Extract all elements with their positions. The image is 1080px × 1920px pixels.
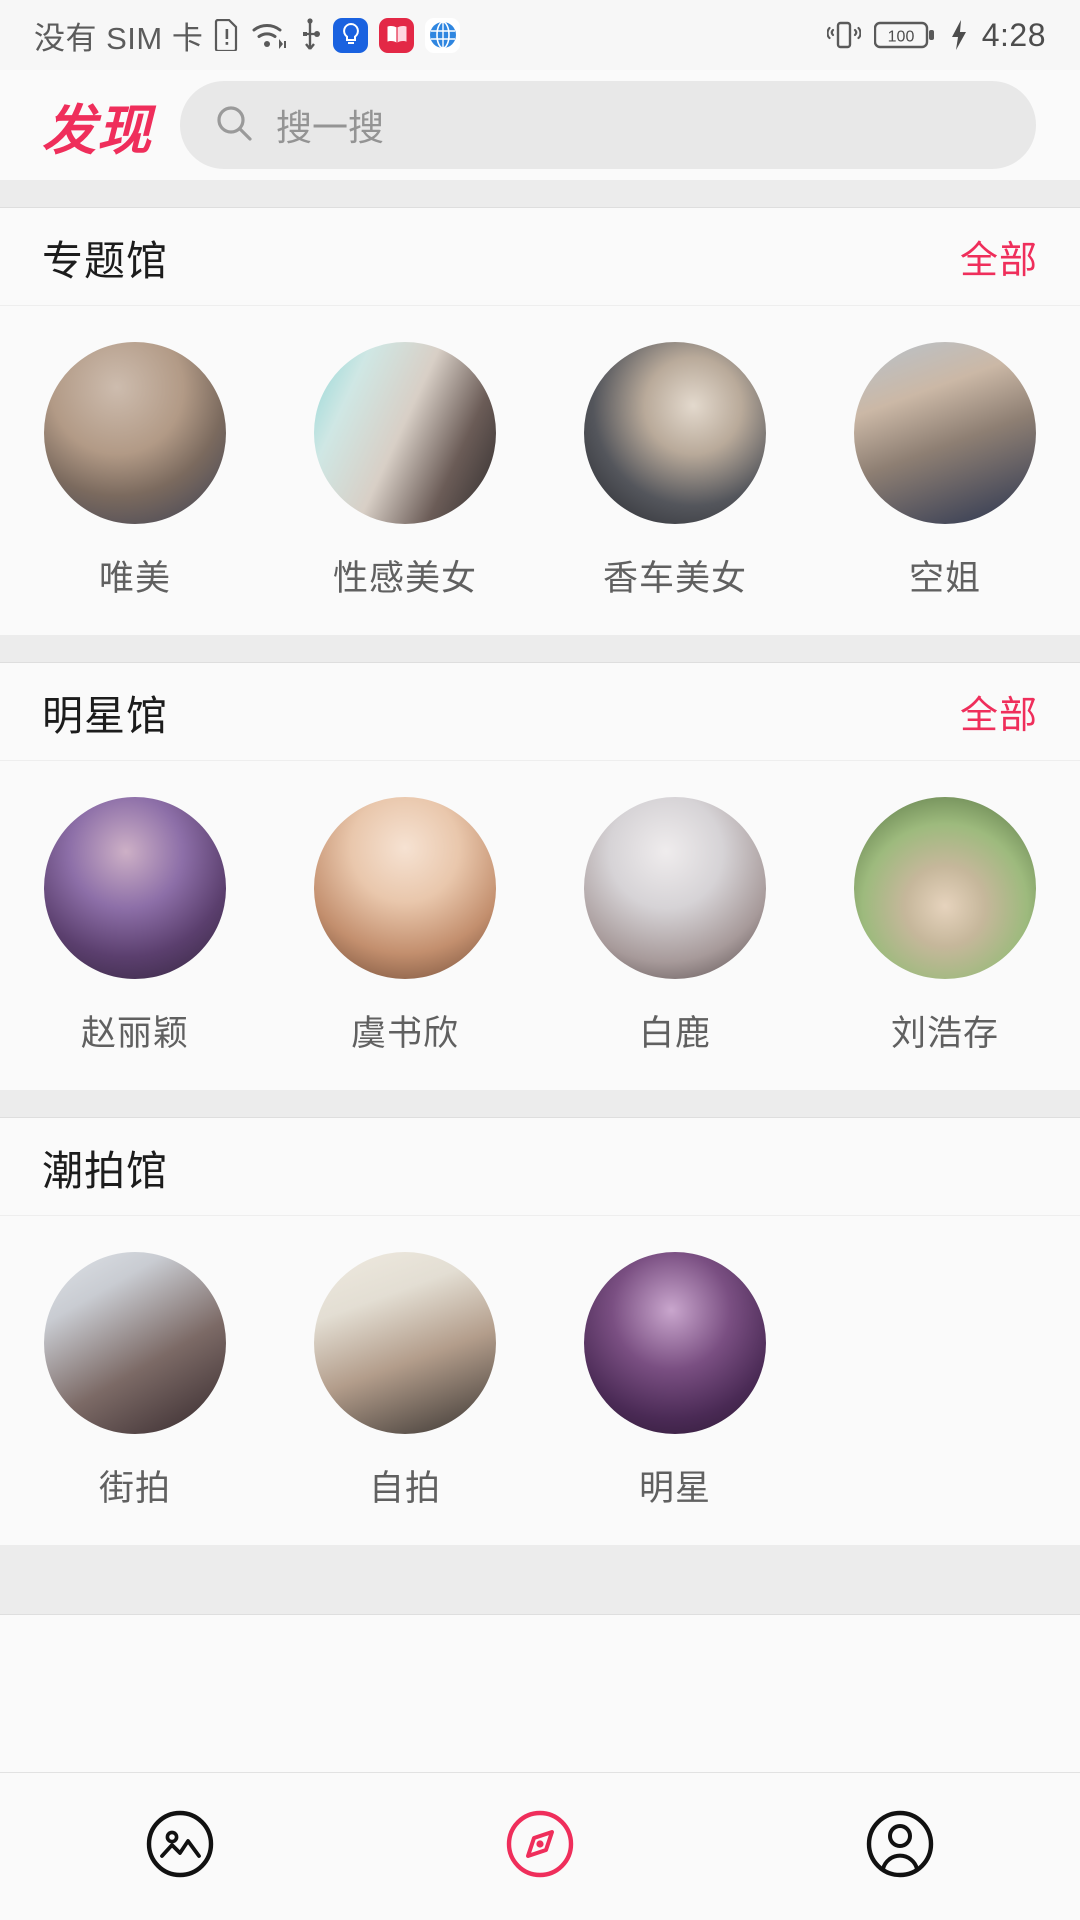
category-cell[interactable]: 空姐: [810, 342, 1080, 601]
nav-item-profile[interactable]: [720, 1806, 1080, 1887]
star-cell[interactable]: 刘浩存: [810, 797, 1080, 1056]
nav-item-gallery[interactable]: [0, 1806, 360, 1887]
category-label: 自拍: [368, 1469, 441, 1508]
category-label: 街拍: [98, 1469, 171, 1508]
book-app-icon: [379, 17, 415, 53]
flashlight-app-icon: [333, 17, 369, 53]
nav-item-discover[interactable]: [360, 1806, 720, 1887]
carrier-label: 没有 SIM 卡: [34, 20, 204, 56]
usb-icon: [298, 18, 322, 52]
section-view-all-link[interactable]: 全部: [960, 684, 1038, 739]
clock-label: 4:28: [981, 16, 1046, 53]
avatar[interactable]: [854, 797, 1036, 979]
section-trend-hall: 潮拍馆 街拍 自拍 明星: [0, 1118, 1080, 1545]
search-icon: [214, 103, 254, 148]
bottom-filler: [0, 1545, 1080, 1615]
profile-nav-icon: [862, 1806, 938, 1887]
battery-icon: 100: [873, 19, 936, 51]
star-label: 赵丽颖: [80, 1014, 189, 1053]
section-title: 潮拍馆: [42, 1147, 168, 1194]
category-label: 香车美女: [602, 559, 747, 598]
discover-nav-icon: [502, 1806, 578, 1887]
avatar[interactable]: [584, 797, 766, 979]
star-label: 白鹿: [638, 1014, 711, 1053]
section-divider: [0, 1090, 1080, 1118]
section-divider: [0, 180, 1080, 208]
section-topic-hall: 专题馆 全部 唯美 性感美女 香车美女 空姐: [0, 208, 1080, 635]
avatar[interactable]: [314, 1252, 496, 1434]
section-title: 专题馆: [42, 237, 168, 284]
section-title: 明星馆: [42, 692, 168, 739]
app-root: 没有 SIM 卡 100 4:28 发现 搜一搜 专题馆 全部 唯美 性感美女 …: [0, 0, 1080, 1920]
star-cell[interactable]: 赵丽颖: [0, 797, 270, 1056]
battery-level-text: 100: [887, 29, 914, 46]
charging-bolt-icon: [949, 19, 969, 51]
category-cell[interactable]: 明星: [540, 1252, 810, 1511]
section-divider: [0, 635, 1080, 663]
section-header: 明星馆 全部: [0, 663, 1080, 761]
page-title: 发现: [42, 98, 152, 162]
browser-app-icon: [425, 17, 461, 53]
category-cell[interactable]: 性感美女: [270, 342, 540, 601]
gallery-nav-icon: [142, 1806, 218, 1887]
category-cell[interactable]: 自拍: [270, 1252, 540, 1511]
page-header: 发现 搜一搜: [0, 70, 1080, 180]
avatar[interactable]: [44, 342, 226, 524]
avatar[interactable]: [44, 797, 226, 979]
star-cell[interactable]: 白鹿: [540, 797, 810, 1056]
star-label: 虞书欣: [350, 1014, 459, 1053]
avatar[interactable]: [584, 1252, 766, 1434]
star-cell[interactable]: 虞书欣: [270, 797, 540, 1056]
category-cell[interactable]: 唯美: [0, 342, 270, 601]
section-header: 潮拍馆: [0, 1118, 1080, 1216]
section-view-all-link[interactable]: 全部: [960, 229, 1038, 284]
category-label: 唯美: [98, 559, 171, 598]
section-items-row: 街拍 自拍 明星: [0, 1216, 1080, 1545]
vibrate-icon: [826, 18, 861, 52]
section-header: 专题馆 全部: [0, 208, 1080, 306]
avatar[interactable]: [314, 342, 496, 524]
status-bar-right: 100 4:28: [826, 16, 1046, 54]
bottom-nav: [0, 1772, 1080, 1920]
section-items-row: 赵丽颖 虞书欣 白鹿 刘浩存: [0, 761, 1080, 1090]
wifi-icon: [251, 20, 287, 50]
content-scroll[interactable]: 专题馆 全部 唯美 性感美女 香车美女 空姐 明星馆 全部 赵丽颖 虞书欣 白鹿…: [0, 180, 1080, 1772]
avatar[interactable]: [584, 342, 766, 524]
avatar[interactable]: [314, 797, 496, 979]
avatar[interactable]: [44, 1252, 226, 1434]
category-cell[interactable]: 香车美女: [540, 342, 810, 601]
category-cell-empty: [810, 1252, 1080, 1511]
search-input[interactable]: 搜一搜: [276, 99, 384, 151]
search-bar[interactable]: 搜一搜: [180, 81, 1036, 169]
sim-alert-icon: [214, 19, 240, 51]
section-star-hall: 明星馆 全部 赵丽颖 虞书欣 白鹿 刘浩存: [0, 663, 1080, 1090]
status-bar: 没有 SIM 卡 100 4:28: [0, 0, 1080, 70]
category-label: 性感美女: [332, 559, 477, 598]
category-cell[interactable]: 街拍: [0, 1252, 270, 1511]
section-items-row: 唯美 性感美女 香车美女 空姐: [0, 306, 1080, 635]
category-label: 空姐: [908, 559, 981, 598]
avatar[interactable]: [854, 342, 1036, 524]
category-label: 明星: [638, 1469, 711, 1508]
status-bar-left: 没有 SIM 卡: [34, 13, 461, 58]
star-label: 刘浩存: [890, 1014, 999, 1053]
